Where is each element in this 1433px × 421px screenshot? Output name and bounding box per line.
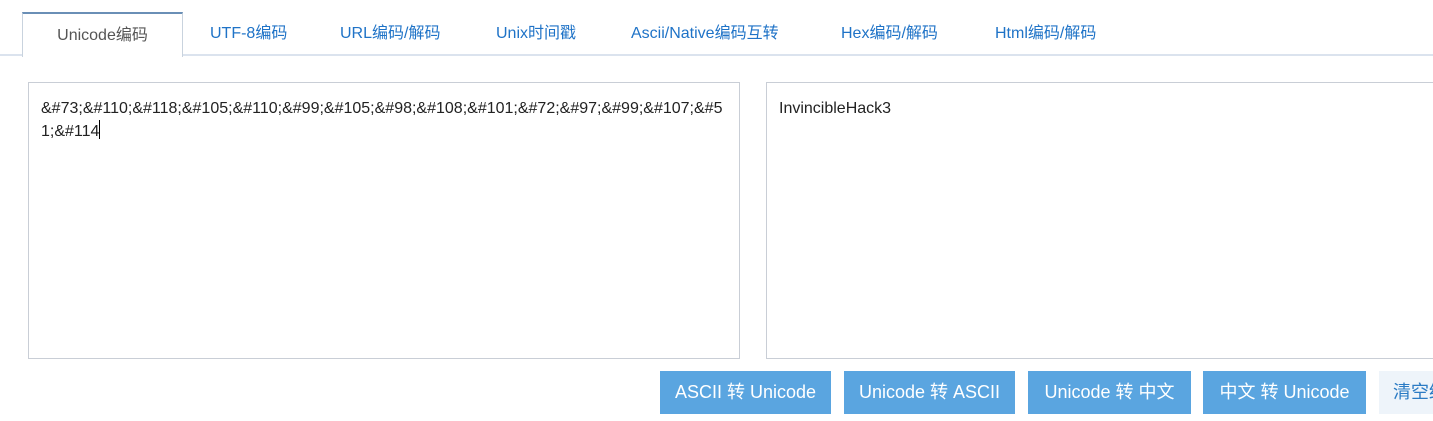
- chinese-to-unicode-button[interactable]: 中文 转 Unicode: [1203, 371, 1366, 414]
- tab-unix-timestamp[interactable]: Unix时间戳: [496, 12, 576, 56]
- ascii-to-unicode-button[interactable]: ASCII 转 Unicode: [660, 371, 831, 414]
- tab-html[interactable]: Html编码/解码: [995, 12, 1096, 56]
- encoder-tool-page: Unicode编码 UTF-8编码 URL编码/解码 Unix时间戳 Ascii…: [0, 0, 1433, 421]
- output-text: InvincibleHack3: [779, 100, 892, 117]
- input-text: &#73;&#110;&#118;&#105;&#110;&#99;&#105;…: [41, 100, 723, 140]
- tab-hex[interactable]: Hex编码/解码: [841, 12, 938, 56]
- tab-bar: Unicode编码 UTF-8编码 URL编码/解码 Unix时间戳 Ascii…: [0, 0, 1433, 57]
- unicode-to-chinese-button[interactable]: Unicode 转 中文: [1028, 371, 1191, 414]
- unicode-to-ascii-button[interactable]: Unicode 转 ASCII: [844, 371, 1015, 414]
- input-textarea[interactable]: &#73;&#110;&#118;&#105;&#110;&#99;&#105;…: [28, 82, 740, 359]
- output-textarea[interactable]: InvincibleHack3: [766, 82, 1433, 359]
- clear-results-button[interactable]: 清空结果: [1379, 371, 1433, 414]
- tab-ascii-native[interactable]: Ascii/Native编码互转: [631, 12, 779, 56]
- tab-url[interactable]: URL编码/解码: [340, 12, 440, 56]
- text-cursor: [99, 120, 101, 139]
- tab-unicode[interactable]: Unicode编码: [22, 12, 183, 57]
- tab-utf8[interactable]: UTF-8编码: [210, 12, 287, 56]
